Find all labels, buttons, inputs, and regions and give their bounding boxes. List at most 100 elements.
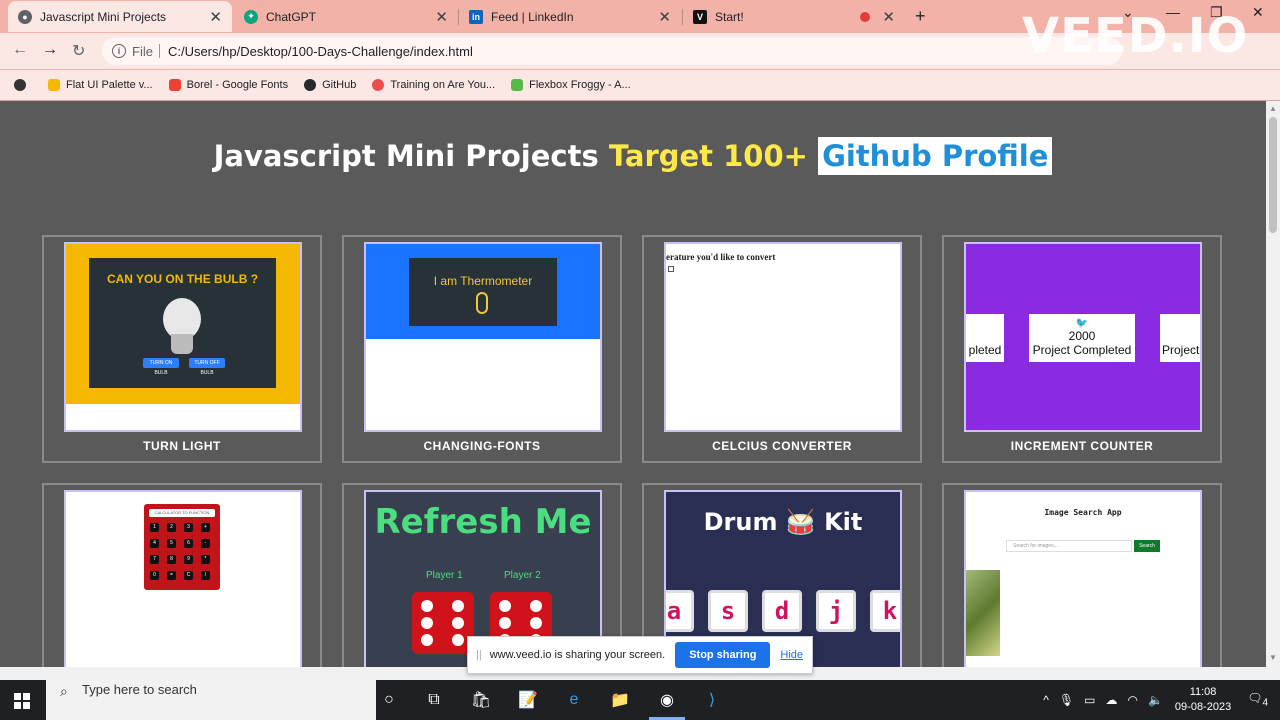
scroll-thumb[interactable]: [1269, 117, 1277, 233]
info-icon[interactable]: i: [112, 44, 126, 58]
converter-input: [668, 266, 674, 272]
twitter-icon: 🐦: [1075, 318, 1089, 329]
scroll-up-icon[interactable]: ▲: [1269, 104, 1277, 113]
project-card-celcius-converter[interactable]: erature you'd like to convert CELCIUS CO…: [642, 235, 922, 463]
chrome-icon[interactable]: ◉: [656, 689, 678, 711]
battery-icon[interactable]: ▭: [1084, 693, 1095, 707]
microphone-icon[interactable]: 🎙: [1059, 693, 1074, 707]
calc-key: 6: [184, 539, 193, 548]
taskbar-search[interactable]: ⌕ Type here to search: [46, 680, 376, 720]
drum-key: k: [870, 590, 900, 632]
bulb-on-button: TURN ON BULB: [143, 358, 179, 376]
reload-icon[interactable]: ↻: [72, 41, 85, 61]
calc-key: /: [201, 571, 210, 580]
card-label: INCREMENT COUNTER: [1010, 439, 1154, 453]
project-thumbnail[interactable]: CAN YOU ON THE BULB ? TURN ON BULB TURN …: [64, 242, 302, 432]
forward-arrow-icon[interactable]: →: [42, 41, 58, 59]
clock[interactable]: 11:08 09-08-2023: [1175, 685, 1231, 715]
cortana-icon[interactable]: ○: [378, 689, 400, 711]
page-title: Javascript Mini Projects Target 100+ Git…: [0, 137, 1266, 175]
tab-chatgpt[interactable]: ✦ ChatGPT ✕: [234, 1, 458, 32]
training-icon: [372, 79, 385, 91]
calc-key: 3: [184, 523, 193, 532]
calc-key: C: [184, 571, 193, 580]
project-thumbnail[interactable]: Image Search App Search for images... Se…: [964, 490, 1202, 667]
notepad-icon[interactable]: 📝: [517, 689, 539, 711]
globe-icon: ●: [18, 9, 32, 24]
chevron-up-icon[interactable]: ^: [1043, 693, 1049, 707]
close-tab-icon[interactable]: ✕: [435, 8, 448, 26]
vertical-scrollbar[interactable]: ▲ ▼: [1266, 101, 1280, 667]
bulb-off-button: TURN OFF BULB: [189, 358, 225, 376]
back-arrow-icon[interactable]: ←: [12, 41, 28, 59]
project-thumbnail[interactable]: I am Thermometer: [364, 242, 602, 432]
close-tab-icon[interactable]: ✕: [658, 8, 671, 26]
github-profile-link[interactable]: Github Profile: [818, 137, 1053, 175]
calc-key: 1: [150, 523, 159, 532]
volume-icon[interactable]: 🔈: [1148, 693, 1163, 707]
windows-start-icon[interactable]: [14, 693, 30, 709]
tab-linkedin[interactable]: in Feed | LinkedIn ✕: [459, 1, 681, 32]
drum-key: a: [666, 590, 694, 632]
calc-key: 5: [167, 539, 176, 548]
recording-icon: [860, 11, 871, 22]
github-icon: [304, 79, 317, 91]
calc-key: -: [201, 539, 210, 548]
chatgpt-icon: ✦: [244, 9, 258, 24]
thermometer-icon: [476, 292, 488, 314]
calc-key: 7: [150, 555, 159, 564]
image-search-button: Search: [1134, 540, 1160, 552]
task-view-icon[interactable]: ⧉: [423, 689, 445, 711]
calc-key: +: [201, 523, 210, 532]
calc-key: 9: [184, 555, 193, 564]
new-tab-button[interactable]: +: [915, 6, 926, 27]
bookmark-flat-ui[interactable]: Flat UI Palette v...: [48, 79, 153, 91]
close-tab-icon[interactable]: ✕: [209, 8, 222, 26]
project-card-calculator[interactable]: CALCULATOR TO FUNCTION 1 2 3 + 4 5 6 - 7…: [42, 483, 322, 667]
file-explorer-icon[interactable]: 📁: [609, 689, 631, 711]
notifications-icon[interactable]: 🗨4: [1247, 691, 1268, 708]
url-text[interactable]: C:/Users/hp/Desktop/100-Days-Challenge/i…: [168, 44, 473, 59]
project-card-changing-fonts[interactable]: I am Thermometer CHANGING-FONTS: [342, 235, 622, 463]
tab-javascript-mini-projects[interactable]: ● Javascript Mini Projects ✕: [8, 1, 232, 32]
search-icon: ⌕: [60, 683, 68, 699]
drum-key: s: [708, 590, 748, 632]
tab-start[interactable]: V Start! ✕: [683, 1, 905, 32]
frog-icon: [511, 79, 524, 91]
project-thumbnail[interactable]: pleted 🐦 2000 Project Completed Project: [964, 242, 1202, 432]
project-thumbnail[interactable]: erature you'd like to convert: [664, 242, 902, 432]
calc-screen: CALCULATOR TO FUNCTION: [149, 509, 215, 517]
vscode-icon[interactable]: ⟩: [701, 689, 723, 711]
project-card-increment-counter[interactable]: pleted 🐦 2000 Project Completed Project …: [942, 235, 1222, 463]
edge-icon[interactable]: e: [563, 689, 585, 711]
bookmark-training[interactable]: Training on Are You...: [372, 79, 495, 91]
hide-banner-link[interactable]: Hide: [780, 649, 803, 661]
close-tab-icon[interactable]: ✕: [882, 8, 895, 26]
close-window-icon[interactable]: ✕: [1252, 4, 1264, 21]
card-label: TURN LIGHT: [143, 439, 221, 453]
web-page: Javascript Mini Projects Target 100+ Git…: [0, 101, 1266, 667]
wifi-icon[interactable]: ◠: [1127, 693, 1137, 707]
bookmark-apps[interactable]: [14, 79, 32, 91]
calc-key: 8: [167, 555, 176, 564]
stop-sharing-button[interactable]: Stop sharing: [675, 642, 771, 668]
scroll-down-icon[interactable]: ▼: [1269, 653, 1277, 662]
calc-key: =: [167, 571, 176, 580]
drag-handle-icon[interactable]: ||: [476, 649, 482, 661]
screen-share-banner: || www.veed.io is sharing your screen. S…: [467, 636, 813, 674]
linkedin-icon: in: [469, 9, 483, 24]
project-card-turn-light[interactable]: CAN YOU ON THE BULB ? TURN ON BULB TURN …: [42, 235, 322, 463]
address-bar[interactable]: i File C:/Users/hp/Desktop/100-Days-Chal…: [102, 37, 1122, 65]
bookmark-flexbox-froggy[interactable]: Flexbox Froggy - A...: [511, 79, 631, 91]
counter-box-left: pleted: [966, 314, 1004, 362]
project-card-image-search[interactable]: Image Search App Search for images... Se…: [942, 483, 1222, 667]
bookmark-github[interactable]: GitHub: [304, 79, 356, 91]
google-fonts-icon: [168, 79, 181, 91]
calc-key: 2: [167, 523, 176, 532]
store-icon[interactable]: 🛍: [470, 689, 492, 711]
bookmark-borel[interactable]: Borel - Google Fonts: [168, 79, 288, 91]
windows-taskbar: ⌕ Type here to search ○ ⧉ 🛍 📝 e 📁 ◉ ⟩ ^ …: [0, 680, 1280, 720]
onedrive-icon[interactable]: ☁: [1105, 693, 1117, 707]
project-thumbnail[interactable]: CALCULATOR TO FUNCTION 1 2 3 + 4 5 6 - 7…: [64, 490, 302, 667]
bulb-panel: CAN YOU ON THE BULB ? TURN ON BULB TURN …: [89, 258, 276, 388]
